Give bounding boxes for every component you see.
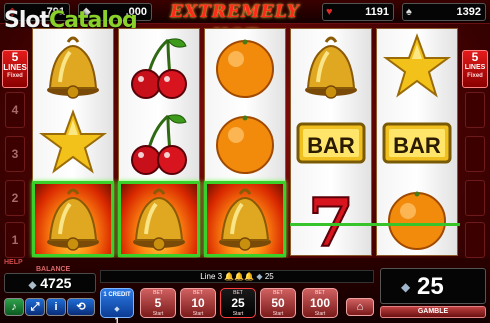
line-marker[interactable]: [465, 136, 485, 172]
winning-symbol-frame: [118, 181, 200, 257]
lines-badge[interactable]: 5 LINES Fixed: [2, 50, 28, 88]
autoplay-icon: ⟲: [76, 301, 86, 313]
winning-symbol-frame: [32, 181, 114, 257]
orange-symbol: [377, 181, 457, 257]
line-marker[interactable]: [465, 180, 485, 216]
bar-symbol: BAR: [377, 105, 457, 181]
counter-hearts: ♥ 1191: [322, 3, 394, 21]
cherry-symbol: [119, 105, 199, 181]
bell-symbol: [33, 29, 113, 105]
line-marker[interactable]: [465, 92, 485, 128]
winning-symbol-frame: [204, 181, 286, 257]
spade-icon: ♠: [406, 6, 412, 18]
bar-symbol: BAR: [291, 105, 371, 181]
right-line-panel: 5 LINES Fixed: [462, 30, 488, 258]
info-button[interactable]: i: [46, 298, 66, 316]
bet-10-button[interactable]: BET 10 Start: [180, 288, 216, 318]
win-display: ◆ 25: [380, 268, 486, 304]
sound-button[interactable]: ♪: [4, 298, 24, 316]
help-link[interactable]: HELP: [4, 259, 23, 266]
fullscreen-button[interactable]: ⤢: [25, 298, 45, 316]
bet-50-button[interactable]: BET 50 Start: [260, 288, 296, 318]
payline-indicator: [290, 223, 460, 226]
svg-text:BAR: BAR: [307, 133, 355, 158]
gamble-button[interactable]: GAMBLE: [380, 306, 486, 318]
balance-label: BALANCE: [36, 266, 71, 273]
diamond-icon: ◆: [401, 280, 411, 294]
counter-spades: ♠ 1392: [402, 3, 486, 21]
line-number-3[interactable]: 3: [5, 136, 25, 172]
info-line: Line 3: [200, 272, 223, 281]
win-info-bar: Line 3 🔔🔔🔔 ◆ 25: [100, 270, 374, 283]
line-number-1[interactable]: 1: [5, 222, 25, 258]
reels-area: BAR 7 BAR: [32, 28, 460, 257]
autoplay-button[interactable]: ⟲: [67, 298, 95, 316]
heart-icon: ♥: [326, 6, 333, 18]
lines-badge-right[interactable]: 5 LINES Fixed: [462, 50, 488, 88]
star-symbol: [377, 29, 457, 105]
balance-value: 4725: [40, 275, 72, 291]
seven-symbol: 7: [291, 181, 371, 257]
diamond-icon: ◆: [256, 272, 263, 281]
info-icon: i: [54, 301, 58, 313]
counter-value: 1392: [456, 6, 481, 18]
win-value: 25: [417, 273, 444, 300]
bet-5-button[interactable]: BET 5 Start: [140, 288, 176, 318]
svg-text:7: 7: [308, 184, 354, 254]
line-number-2[interactable]: 2: [5, 180, 25, 216]
house-icon: ⌂: [356, 301, 364, 313]
left-line-panel: 5 LINES Fixed 4 3 2 1: [2, 30, 28, 258]
orange-symbol: [205, 105, 285, 181]
expand-icon: ⤢: [30, 301, 40, 313]
orange-symbol: [205, 29, 285, 105]
bet-25-button[interactable]: BET 25 Start: [220, 288, 256, 318]
reel-5: BAR: [376, 28, 458, 256]
info-amount: 25: [264, 272, 274, 281]
counter-value: 1191: [365, 6, 389, 18]
line-number-4[interactable]: 4: [5, 92, 25, 128]
star-symbol: [33, 105, 113, 181]
speaker-icon: ♪: [11, 301, 17, 313]
diamond-icon: ◆: [28, 280, 37, 291]
bet-100-button[interactable]: BET 100 Start: [302, 288, 338, 318]
balance-display: ◆ 4725: [4, 273, 96, 293]
line-marker[interactable]: [465, 222, 485, 258]
home-button[interactable]: ⌂: [346, 298, 374, 316]
svg-text:BAR: BAR: [393, 133, 441, 158]
game-frame: ◆ 791 ◆ .000 EXTREMELY HOT ♥ 1191 ♠ 1392…: [0, 0, 490, 323]
bell-icons: 🔔🔔🔔: [224, 272, 255, 281]
diamond-icon: ◆: [114, 306, 120, 313]
reel-4: BAR 7: [290, 28, 372, 256]
cherry-symbol: [119, 29, 199, 105]
credit-button[interactable]: 1 CREDIT ◆ 1: [100, 288, 134, 323]
bell-symbol: [291, 29, 371, 105]
